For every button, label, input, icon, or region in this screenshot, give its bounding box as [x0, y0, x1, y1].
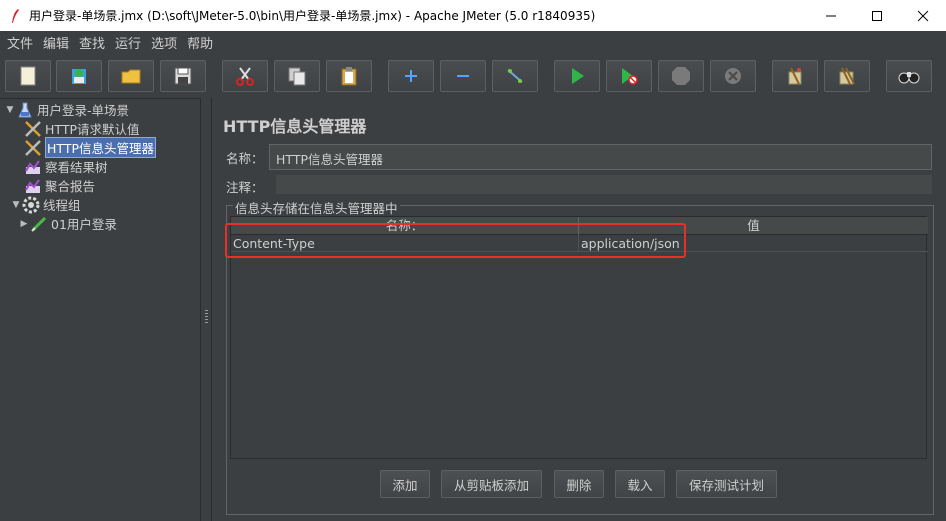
tree-label: 线程组 [43, 198, 81, 213]
tree-label: HTTP信息头管理器 [45, 137, 156, 158]
menu-options[interactable]: 选项 [146, 33, 182, 52]
collapse-icon [455, 68, 471, 84]
menu-run[interactable]: 运行 [110, 33, 146, 52]
column-header-value[interactable]: 值 [579, 217, 928, 235]
listener-icon [24, 158, 42, 176]
tree-node-test-plan[interactable]: ▼ 用户登录-单场景 [4, 100, 129, 119]
cut-button[interactable] [222, 60, 268, 92]
headers-group: 信息头存储在信息头管理器中 名称： 值 Content-Type applica… [226, 198, 934, 515]
load-button[interactable]: 载入 [615, 470, 665, 498]
templates-icon [69, 66, 89, 86]
shutdown-button[interactable] [710, 60, 756, 92]
open-button[interactable] [108, 60, 154, 92]
tree-node-http-defaults[interactable]: HTTP请求默认值 [24, 119, 140, 138]
save-button[interactable] [160, 60, 206, 92]
group-title: 信息头存储在信息头管理器中 [233, 198, 400, 217]
name-field[interactable]: HTTP信息头管理器 [269, 144, 932, 170]
cut-icon [235, 66, 255, 86]
new-button[interactable] [5, 60, 51, 92]
menu-bar: 文件 编辑 查找 运行 选项 帮助 [0, 31, 946, 53]
clear-button[interactable] [772, 60, 818, 92]
collapsed-arrow-icon[interactable]: ▶ [18, 219, 30, 229]
add-from-clipboard-button[interactable]: 从剪贴板添加 [441, 470, 542, 498]
window-title: 用户登录-单场景.jmx (D:\soft\JMeter-5.0\bin\用户登… [29, 9, 596, 23]
tree-label: 01用户登录 [51, 217, 117, 232]
search-icon [898, 68, 920, 84]
search-button[interactable] [886, 60, 932, 92]
toggle-button[interactable] [492, 60, 538, 92]
collapse-all-button[interactable] [440, 60, 486, 92]
expand-icon [403, 68, 419, 84]
comment-label: 注释： [226, 180, 264, 195]
start-icon [569, 67, 585, 85]
table-row[interactable]: Content-Type application/json [231, 235, 928, 252]
paste-icon [340, 66, 358, 86]
toggle-icon [505, 67, 525, 85]
clear-all-icon [837, 66, 857, 86]
tree-node-aggregate-report[interactable]: 聚合报告 [24, 176, 95, 195]
start-no-timers-button[interactable] [606, 60, 652, 92]
add-button[interactable]: 添加 [380, 470, 430, 498]
header-name-cell[interactable]: Content-Type [231, 235, 579, 252]
name-label: 名称： [226, 151, 264, 166]
comment-field[interactable] [276, 175, 932, 194]
menu-help[interactable]: 帮助 [182, 33, 218, 52]
listener-icon [24, 177, 42, 195]
save-test-plan-button[interactable]: 保存测试计划 [676, 470, 777, 498]
test-plan-icon [16, 101, 34, 119]
clear-all-button[interactable] [824, 60, 870, 92]
tree-label: 聚合报告 [45, 179, 96, 194]
copy-button[interactable] [274, 60, 320, 92]
stop-button[interactable] [658, 60, 704, 92]
expanded-arrow-icon[interactable]: ▼ [4, 105, 16, 115]
start-button[interactable] [554, 60, 600, 92]
window-title-bar: 用户登录-单场景.jmx (D:\soft\JMeter-5.0\bin\用户登… [0, 0, 946, 31]
divider-grip-icon [205, 310, 208, 324]
jmeter-feather-icon [7, 8, 23, 24]
column-header-name[interactable]: 名称： [231, 217, 579, 235]
close-button[interactable] [900, 0, 946, 31]
name-comment-form: 名称： HTTP信息头管理器 注释： [224, 141, 934, 195]
save-icon [174, 67, 192, 85]
expanded-arrow-icon[interactable]: ▼ [10, 200, 22, 210]
new-icon [19, 66, 37, 86]
header-manager-panel: HTTP信息头管理器 名称： HTTP信息头管理器 注释： 信息头存储在信息头管… [212, 98, 946, 521]
headers-table: 名称： 值 Content-Type application/json [230, 216, 928, 459]
menu-edit[interactable]: 编辑 [38, 33, 74, 52]
tree-label: 察看结果树 [45, 160, 108, 175]
test-plan-tree: ▼ 用户登录-单场景 HTTP请求默认值 HTTP信息头管理器 察看结果树 聚合… [0, 98, 200, 521]
thread-group-icon [22, 196, 40, 214]
toolbar [0, 53, 946, 98]
maximize-button[interactable] [854, 0, 900, 31]
menu-search[interactable]: 查找 [74, 33, 110, 52]
config-element-icon [24, 139, 42, 157]
paste-button[interactable] [326, 60, 372, 92]
tree-node-thread-group[interactable]: ▼ 线程组 [10, 195, 81, 214]
stop-icon [671, 66, 691, 86]
config-element-icon [24, 120, 42, 138]
clear-icon [785, 66, 805, 86]
menu-file[interactable]: 文件 [2, 33, 38, 52]
page-title: HTTP信息头管理器 [223, 117, 367, 136]
tree-label: 用户登录-单场景 [37, 103, 130, 118]
tree-label: HTTP请求默认值 [45, 122, 140, 137]
delete-button[interactable]: 删除 [554, 470, 604, 498]
header-value-cell[interactable]: application/json [579, 235, 928, 252]
split-pane-divider[interactable] [200, 98, 212, 521]
expand-all-button[interactable] [388, 60, 434, 92]
start-no-timers-icon [620, 67, 638, 85]
open-icon [121, 67, 141, 85]
templates-button[interactable] [56, 60, 102, 92]
table-header: 名称： 值 [231, 217, 928, 235]
shutdown-icon [723, 66, 743, 86]
tree-node-sampler-login[interactable]: ▶ 01用户登录 [18, 214, 117, 233]
sampler-icon [30, 215, 48, 233]
tree-node-header-manager[interactable]: HTTP信息头管理器 [24, 137, 156, 158]
copy-icon [287, 66, 307, 86]
tree-node-results-tree[interactable]: 察看结果树 [24, 157, 108, 176]
action-button-bar: 添加 从剪贴板添加 删除 载入 保存测试计划 [212, 470, 946, 500]
minimize-button[interactable] [808, 0, 854, 31]
